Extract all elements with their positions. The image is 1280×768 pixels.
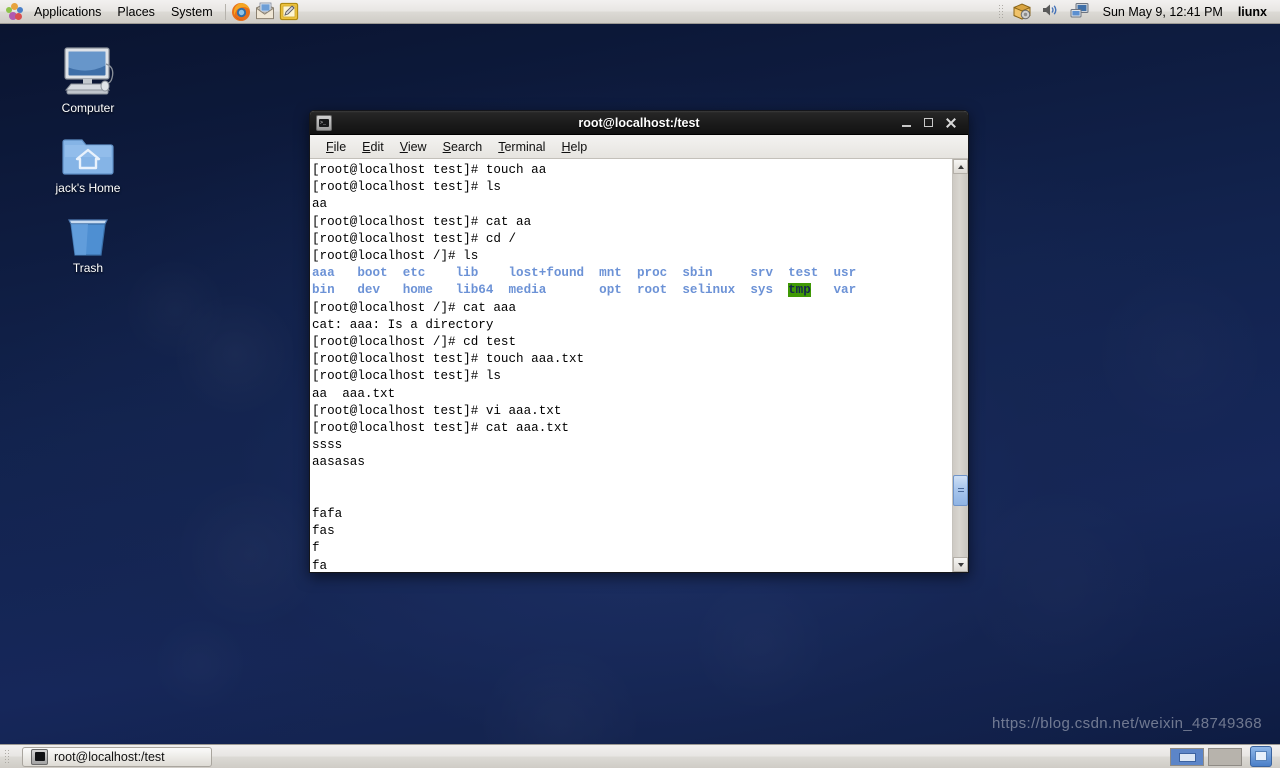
scroll-up-button[interactable] xyxy=(953,159,968,174)
firefox-launcher[interactable] xyxy=(231,2,253,22)
top-panel: Applications Places System Sun May 9, 12… xyxy=(0,0,1280,24)
menu-terminal[interactable]: Terminal xyxy=(490,138,553,156)
gnome-foot-icon xyxy=(6,2,24,21)
minimize-button[interactable] xyxy=(901,117,913,129)
maximize-button[interactable] xyxy=(923,117,935,129)
evolution-launcher[interactable] xyxy=(255,2,277,22)
home-folder-icon xyxy=(33,122,143,178)
menu-help[interactable]: Help xyxy=(553,138,595,156)
taskbar-item-label: root@localhost:/test xyxy=(54,749,165,764)
scroll-down-button[interactable] xyxy=(953,557,968,572)
panel-separator xyxy=(224,3,226,20)
menu-view[interactable]: View xyxy=(392,138,435,156)
terminal-menubar[interactable]: File Edit View Search Terminal Help xyxy=(310,135,968,159)
terminal-output[interactable]: [root@localhost test]# touch aa [root@lo… xyxy=(310,159,952,572)
workspace-1[interactable] xyxy=(1170,747,1204,766)
desktop-background[interactable]: Computer jack's Home Trash >_ root@local… xyxy=(0,24,1280,744)
scrollbar-thumb[interactable] xyxy=(953,475,968,506)
desktop-icon-computer[interactable]: Computer xyxy=(33,42,143,115)
desktop-icon-label: jack's Home xyxy=(55,181,121,195)
terminal-title: root@localhost:/test xyxy=(578,115,700,130)
tray-grip xyxy=(997,3,1003,20)
terminal-window[interactable]: >_ root@localhost:/test File Edit View S… xyxy=(309,110,969,573)
network-icon[interactable] xyxy=(1070,2,1092,22)
volume-icon[interactable] xyxy=(1041,2,1063,22)
menu-places[interactable]: Places xyxy=(110,2,162,22)
desktop-icon-label: Trash xyxy=(72,261,104,275)
workspace-switcher[interactable] xyxy=(1170,746,1280,767)
text-editor-launcher[interactable] xyxy=(279,2,301,22)
close-button[interactable] xyxy=(945,117,957,129)
menu-search[interactable]: Search xyxy=(435,138,491,156)
desktop-icon-trash[interactable]: Trash xyxy=(33,202,143,275)
bottom-panel: root@localhost:/test xyxy=(0,744,1280,768)
clock[interactable]: Sun May 9, 12:41 PM xyxy=(1098,3,1228,21)
terminal-icon xyxy=(31,748,48,765)
desktop-icon-home[interactable]: jack's Home xyxy=(33,122,143,195)
menu-file[interactable]: File xyxy=(318,138,354,156)
computer-icon xyxy=(33,42,143,98)
menu-edit[interactable]: Edit xyxy=(354,138,392,156)
terminal-titlebar[interactable]: >_ root@localhost:/test xyxy=(310,111,968,135)
taskbar-item-terminal[interactable]: root@localhost:/test xyxy=(22,746,212,767)
user-menu[interactable]: liunx xyxy=(1233,3,1272,21)
package-update-icon[interactable] xyxy=(1012,2,1034,22)
watermark-text: https://blog.csdn.net/weixin_48749368 xyxy=(992,715,1262,732)
taskbar-grip xyxy=(4,748,9,765)
trash-icon xyxy=(33,202,143,258)
terminal-scrollbar[interactable] xyxy=(952,159,968,572)
show-desktop-button[interactable] xyxy=(1250,746,1272,767)
workspace-2[interactable] xyxy=(1208,747,1242,766)
terminal-icon: >_ xyxy=(316,114,332,131)
desktop-icon-label: Computer xyxy=(61,101,115,115)
menu-applications[interactable]: Applications xyxy=(27,2,108,22)
menu-system[interactable]: System xyxy=(164,2,220,22)
